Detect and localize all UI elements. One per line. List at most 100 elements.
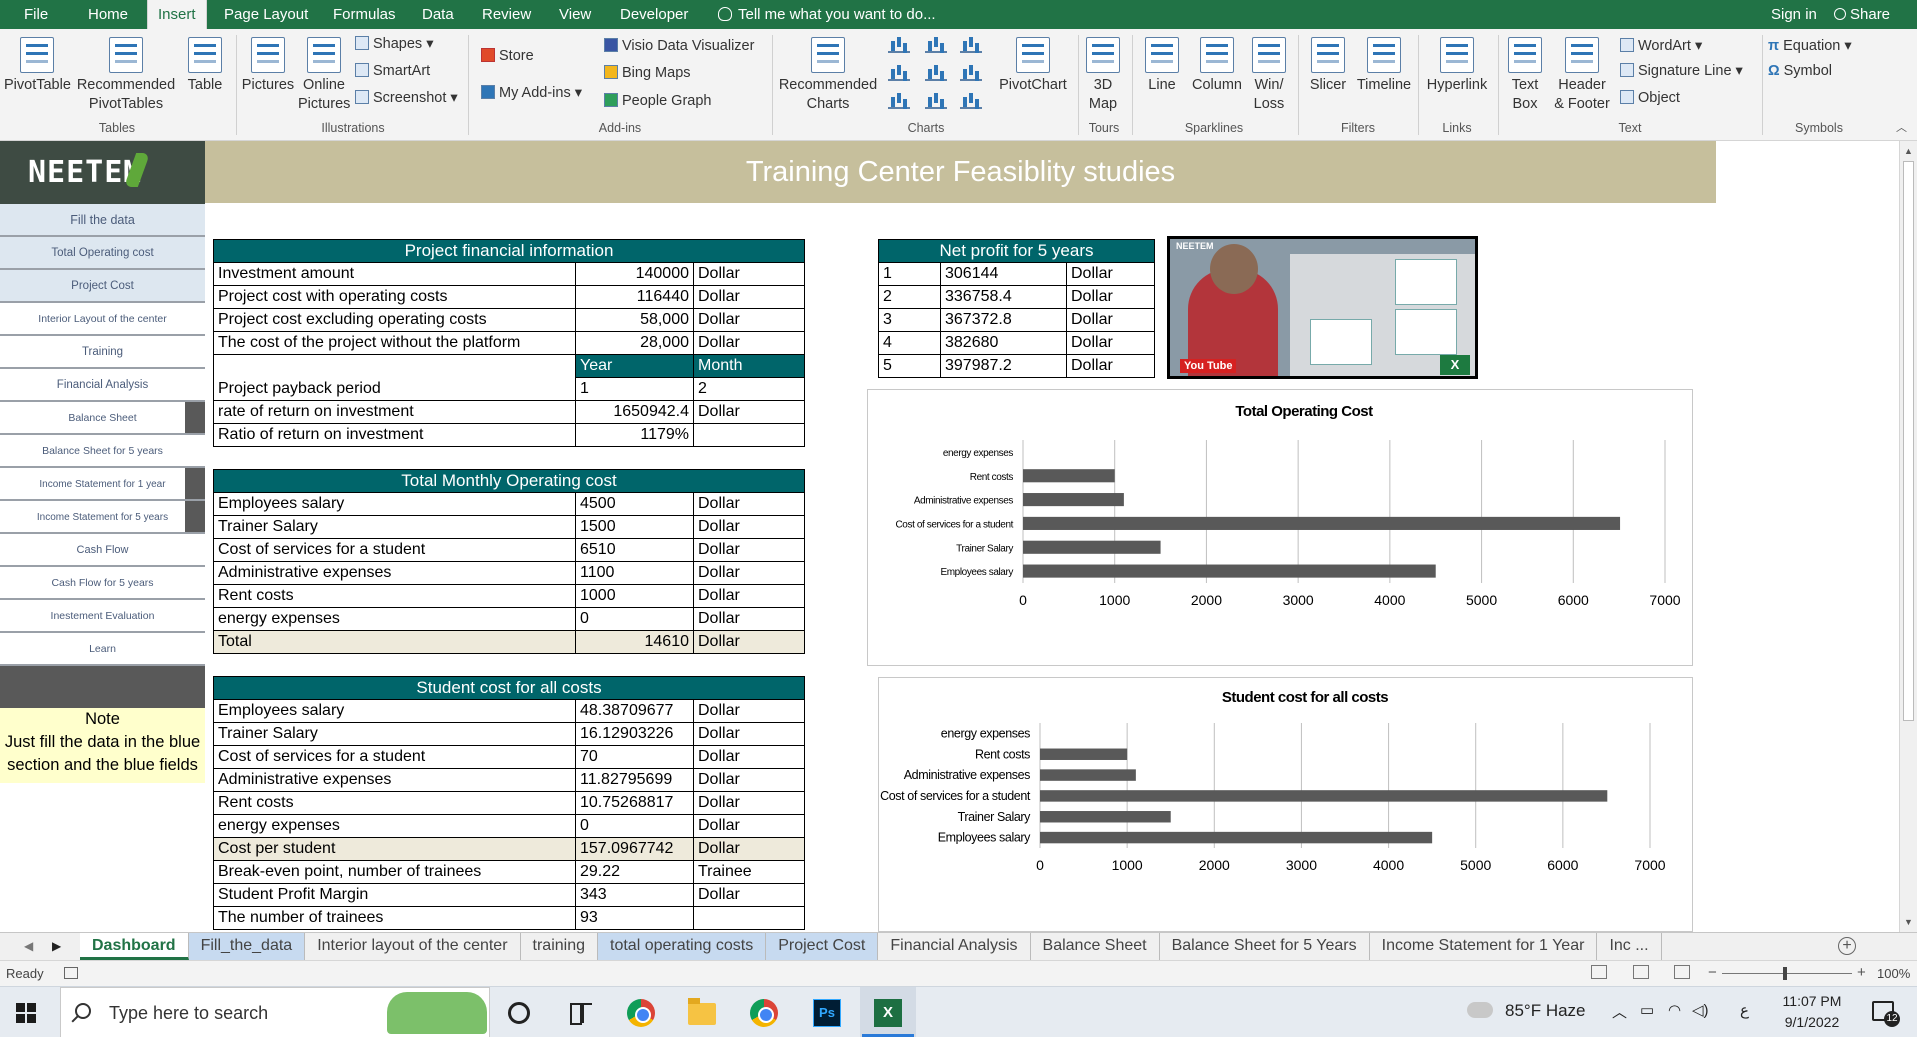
sheet-tab[interactable]: Balance Sheet (1031, 933, 1160, 960)
timeline-button[interactable]: Timeline (1354, 37, 1414, 95)
cortana-icon[interactable] (508, 1002, 530, 1024)
sheet-tab[interactable]: Financial Analysis (878, 933, 1031, 960)
row-value[interactable]: 306144 (940, 262, 1067, 286)
row-value[interactable]: 6510 (575, 538, 694, 562)
sheet-tab[interactable]: Interior layout of the center (305, 933, 521, 960)
chevron-up-icon[interactable]: ︿ (1612, 1001, 1627, 1022)
line-chart-icon[interactable] (888, 63, 910, 81)
row-value[interactable]: 70 (575, 745, 694, 769)
macro-record-icon[interactable] (64, 967, 78, 979)
tab-developer[interactable]: Developer (618, 0, 690, 29)
chrome-icon[interactable] (627, 999, 655, 1027)
nav-project-cost[interactable]: Project Cost (0, 270, 205, 303)
share-button[interactable]: Share (1834, 0, 1890, 29)
language-indicator[interactable]: ع (1740, 1001, 1749, 1019)
nav-investment-evaluation[interactable]: Inestement Evaluation (0, 600, 205, 633)
row-value[interactable]: 48.38709677 (575, 699, 694, 723)
row-value[interactable]: 116440 (575, 285, 694, 309)
signature-line-button[interactable]: Signature Line ▾ (1620, 62, 1743, 80)
store-button[interactable]: Store (481, 47, 534, 65)
row-value[interactable]: 1500 (575, 515, 694, 539)
photoshop-icon[interactable]: Ps (813, 999, 841, 1027)
sheet-tab[interactable]: Fill_the_data (188, 933, 306, 960)
my-addins-button[interactable]: My Add-ins ▾ (481, 84, 582, 102)
screenshot-button[interactable]: Screenshot ▾ (355, 89, 458, 107)
nav-cash-flow-5y[interactable]: Cash Flow for 5 years (0, 567, 205, 600)
row-value[interactable]: 29.22 (575, 860, 694, 884)
nav-balance-sheet[interactable]: Balance Sheet (0, 402, 205, 435)
sparkline-winloss-button[interactable]: Win/Loss (1248, 37, 1290, 114)
zoom-level[interactable]: 100% (1877, 966, 1910, 981)
online-pictures-button[interactable]: Online Pictures (298, 37, 350, 114)
nav-balance-sheet-5y[interactable]: Balance Sheet for 5 years (0, 435, 205, 468)
row-value[interactable]: 10.75268817 (575, 791, 694, 815)
row-value[interactable]: 382680 (940, 331, 1067, 355)
tab-view[interactable]: View (557, 0, 593, 29)
people-graph-button[interactable]: People Graph (604, 92, 711, 110)
scroll-up-icon[interactable]: ▲ (1900, 143, 1917, 159)
task-view-icon[interactable] (568, 999, 596, 1027)
row-value[interactable]: 140000 (575, 262, 694, 286)
sheet-tab[interactable]: training (521, 933, 599, 960)
speaker-icon[interactable]: ◁) (1692, 1001, 1709, 1019)
symbol-button[interactable]: Ω Symbol (1768, 62, 1832, 80)
windows-start-icon[interactable] (16, 1003, 36, 1023)
recommended-pivottables-button[interactable]: Recommended PivotTables (74, 37, 178, 114)
excel-app-icon[interactable]: X (874, 999, 902, 1027)
weather-text[interactable]: 85°F Haze (1505, 1001, 1586, 1021)
equation-button[interactable]: π Equation ▾ (1768, 37, 1852, 55)
column-chart-icon[interactable] (888, 35, 910, 53)
battery-icon[interactable]: ▭ (1640, 1001, 1654, 1019)
row-value[interactable]: 28,000 (575, 331, 694, 355)
zoom-slider-track[interactable] (1722, 973, 1852, 974)
page-layout-view-icon[interactable] (1633, 965, 1649, 979)
visio-button[interactable]: Visio Data Visualizer (604, 37, 754, 55)
sheet-tab[interactable]: total operating costs (598, 933, 767, 960)
row-value[interactable]: 1650942.4 (575, 400, 694, 424)
nav-income-statement-1y[interactable]: Income Statement for 1 year (0, 468, 205, 501)
tab-insert[interactable]: Insert (147, 0, 207, 29)
row-value[interactable]: 58,000 (575, 308, 694, 332)
nav-cash-flow[interactable]: Cash Flow (0, 534, 205, 567)
shapes-button[interactable]: Shapes ▾ (355, 35, 434, 53)
scroll-down-icon[interactable]: ▼ (1900, 914, 1917, 930)
3d-map-button[interactable]: 3D Map (1080, 37, 1126, 114)
notification-icon[interactable]: 12 (1872, 1001, 1900, 1027)
table-button[interactable]: Table (182, 37, 228, 95)
tab-review[interactable]: Review (480, 0, 533, 29)
tell-me-box[interactable]: Tell me what you want to do... (718, 0, 936, 29)
file-explorer-icon[interactable] (688, 998, 716, 1025)
scatter-chart-icon[interactable] (925, 91, 947, 109)
tab-scroll-left-icon[interactable]: ◀ (24, 933, 33, 959)
vertical-scrollbar[interactable]: ▲ ▼ (1899, 141, 1917, 932)
collapse-ribbon-icon[interactable]: ︿ (1896, 119, 1907, 135)
weather-icon[interactable] (1467, 996, 1493, 1018)
row-value[interactable]: 0 (575, 607, 694, 631)
header-footer-button[interactable]: Header & Footer (1550, 37, 1614, 114)
nav-interior-layout[interactable]: Interior Layout of the center (0, 303, 205, 336)
row-value[interactable]: 16.12903226 (575, 722, 694, 746)
pivottable-button[interactable]: PivotTable (4, 37, 71, 95)
row-value[interactable]: 336758.4 (940, 285, 1067, 309)
waterfall-chart-icon[interactable] (960, 35, 982, 53)
row-value[interactable]: 1000 (575, 584, 694, 608)
text-box-button[interactable]: Text Box (1502, 37, 1548, 114)
row-value[interactable]: 1179% (575, 423, 694, 447)
row-value[interactable]: 0 (575, 814, 694, 838)
bing-maps-button[interactable]: Bing Maps (604, 64, 691, 82)
row-value[interactable]: 367372.8 (940, 308, 1067, 332)
slicer-button[interactable]: Slicer (1302, 37, 1354, 95)
tab-home[interactable]: Home (86, 0, 130, 29)
zoom-in-icon[interactable]: + (1857, 964, 1866, 981)
chrome-profile-icon[interactable] (750, 999, 778, 1027)
sparkline-line-button[interactable]: Line (1138, 37, 1186, 95)
tab-formulas[interactable]: Formulas (331, 0, 398, 29)
row-value[interactable]: 343 (575, 883, 694, 907)
tab-file[interactable]: File (22, 0, 50, 29)
add-sheet-icon[interactable]: + (1838, 937, 1856, 955)
sheet-tab[interactable]: Dashboard (80, 933, 189, 960)
student-cost-chart[interactable]: Student cost for all costs 0 1000 2000 3000 4… (878, 677, 1693, 932)
tab-data[interactable]: Data (420, 0, 456, 29)
normal-view-icon[interactable] (1591, 965, 1607, 979)
row-value[interactable]: 93 (575, 906, 694, 930)
